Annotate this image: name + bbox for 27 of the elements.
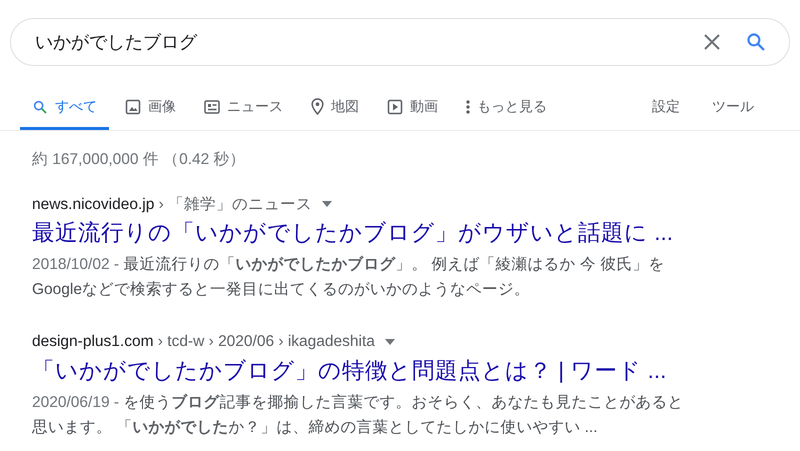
search-field[interactable]: いかがでしたブログ — [35, 32, 683, 52]
play-icon — [387, 98, 403, 114]
result-title-link[interactable]: 「いかがでしたかブログ」の特徴と問題点とは？ | ワード ... — [32, 358, 666, 383]
result-title-link[interactable]: 最近流行りの「いかがでしたかブログ」がウザいと話題に ... — [32, 220, 674, 245]
result-stats: 約 167,000,000 件 （0.42 秒） — [32, 150, 246, 170]
caret-icon[interactable] — [384, 339, 395, 345]
tools-link[interactable]: ツール — [696, 86, 800, 130]
tab[interactable]: もっと見る — [454, 86, 559, 130]
result-url: design-plus1.com › tcd-w › 2020/06 › ikagadeshita — [32, 333, 375, 351]
result-snippet: 2018/10/02 - 最近流行りの「いかがでしたかブログ」。 例えば「綾瀬はるか 今 彼氏」をGoogleなどで検索すると一発目に出てくるのがいかのようなページ。 — [32, 254, 666, 300]
close-icon — [704, 34, 720, 50]
result-url: news.nicovideo.jp › 「雑学」のニュース — [32, 194, 312, 214]
image-icon — [125, 98, 141, 114]
result-snippet: 2020/06/19 - を使うブログ記事を揶揄した言葉です。おそらく、あなたも見たことがあると思います。 「いかがでしたか？」は、締めの言葉としてたしかに使いやすい ... — [32, 392, 684, 438]
tab[interactable]: すべて — [20, 86, 109, 130]
caret-icon[interactable] — [322, 201, 332, 207]
tab[interactable]: 画像 — [113, 86, 188, 130]
search-icon — [32, 98, 48, 114]
tab[interactable]: ニュース — [192, 86, 295, 130]
tab[interactable]: 動画 — [375, 86, 450, 130]
search-icon — [746, 32, 766, 52]
settings-link[interactable]: 設定 — [636, 86, 696, 130]
news-icon — [204, 100, 220, 114]
tab[interactable]: 地図 — [299, 86, 371, 130]
more-icon — [466, 100, 470, 114]
search-bar[interactable]: いかがでしたブログ — [10, 18, 790, 66]
map-pin-icon — [311, 98, 324, 115]
